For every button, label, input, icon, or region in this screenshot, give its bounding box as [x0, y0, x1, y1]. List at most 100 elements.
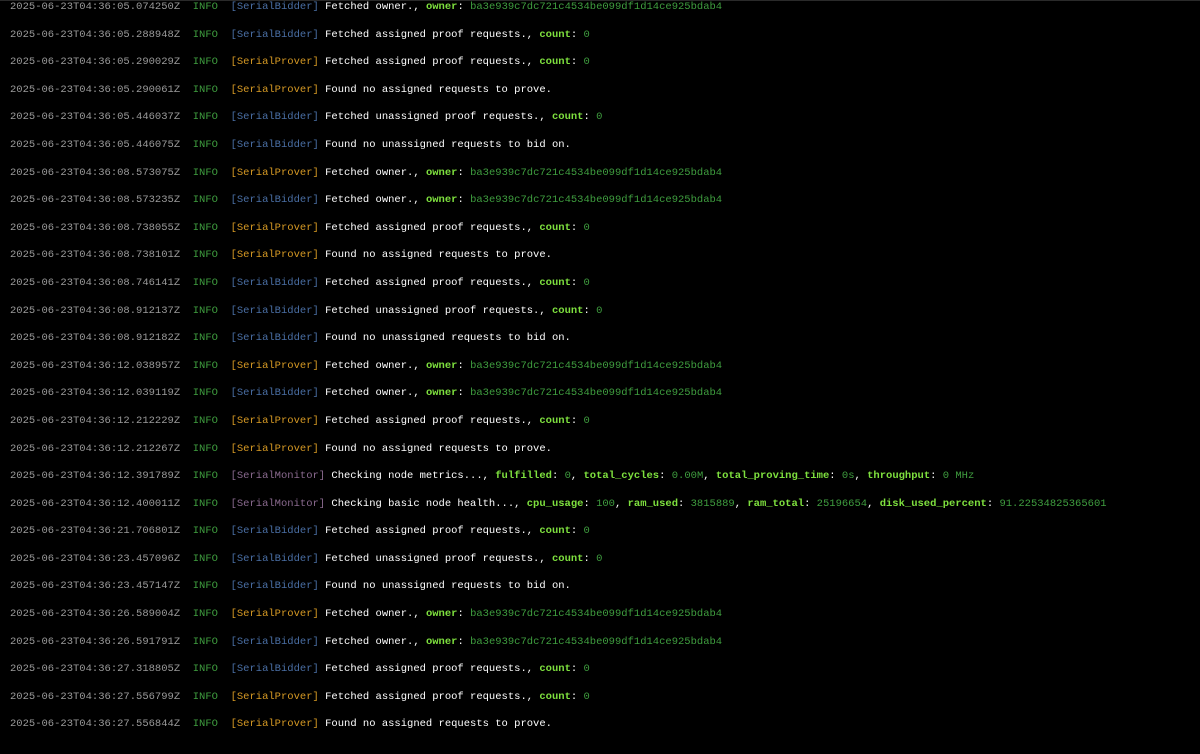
log-field-key: count: [539, 690, 571, 703]
log-field-key: count: [539, 663, 571, 676]
log-field-value: 0: [583, 56, 590, 69]
log-message: Fetched assigned proof requests.: [325, 414, 527, 427]
log-message: Fetched assigned proof requests.: [325, 276, 527, 289]
log-level: INFO: [192, 56, 218, 69]
log-message: Found no assigned requests to prove.: [325, 718, 552, 731]
log-level: INFO: [192, 221, 218, 234]
log-timestamp: 2025-06-23T04:36:26.591791Z: [10, 635, 181, 648]
log-source-tag: [SerialProver]: [230, 359, 319, 372]
log-source-tag: [SerialProver]: [230, 718, 319, 731]
log-field-value: 0 MHz: [942, 470, 975, 483]
log-source-tag: [SerialProver]: [230, 221, 319, 234]
log-line: 2025-06-23T04:36:05.288948Z INFO [Serial…: [10, 28, 590, 41]
log-line: 2025-06-23T04:36:05.446037Z INFO [Serial…: [10, 111, 603, 124]
log-timestamp: 2025-06-23T04:36:05.290029Z: [10, 56, 181, 69]
log-level: INFO: [192, 690, 218, 703]
log-source-tag: [SerialBidder]: [230, 663, 319, 676]
log-field-key: total_cycles: [583, 470, 660, 483]
log-field-key: owner: [425, 608, 458, 621]
log-line: 2025-06-23T04:36:27.556844Z INFO [Serial…: [10, 718, 1200, 746]
log-line: 2025-06-23T04:36:12.039119Z INFO [Serial…: [10, 387, 723, 400]
log-timestamp: 2025-06-23T04:36:27.556844Z: [10, 718, 181, 731]
log-timestamp: 2025-06-23T04:36:05.446075Z: [10, 138, 181, 151]
log-message: Fetched owner.: [325, 359, 414, 372]
log-field-value: 3815889: [690, 497, 735, 510]
log-field-key: owner: [425, 387, 458, 400]
log-level: INFO: [192, 249, 218, 262]
log-source-tag: [SerialProver]: [230, 608, 319, 621]
log-field-value: 25196654: [816, 497, 868, 510]
log-timestamp: 2025-06-23T04:36:12.400011Z: [10, 497, 181, 510]
log-line: 2025-06-23T04:36:12.391789Z INFO [Serial…: [10, 470, 975, 483]
log-level: INFO: [192, 1, 218, 13]
log-field-value: ba3e939c7dc721c4534be099df1d14ce925bdab4: [470, 1, 723, 13]
log-timestamp: 2025-06-23T04:36:12.391789Z: [10, 470, 181, 483]
log-message: Found no assigned requests to prove.: [325, 442, 552, 455]
log-field-key: count: [539, 28, 571, 41]
log-field-value: 91.22534825365601: [999, 497, 1107, 510]
log-timestamp: 2025-06-23T04:36:08.573235Z: [10, 194, 181, 207]
log-field-key: total_proving_time: [715, 470, 830, 483]
log-field-key: cpu_usage: [526, 497, 584, 510]
log-message: Found no unassigned requests to bid on.: [325, 332, 571, 345]
log-message: Fetched owner.: [325, 1, 414, 13]
log-level: INFO: [192, 608, 218, 621]
log-line: 2025-06-23T04:36:05.074250Z INFO [Serial…: [10, 1, 723, 13]
log-field-value: ba3e939c7dc721c4534be099df1d14ce925bdab4: [470, 635, 723, 648]
log-line: 2025-06-23T04:36:12.212229Z INFO [Serial…: [10, 414, 590, 427]
log-message: Fetched assigned proof requests.: [325, 663, 527, 676]
log-timestamp: 2025-06-23T04:36:05.290061Z: [10, 83, 181, 96]
log-timestamp: 2025-06-23T04:36:12.038957Z: [10, 359, 181, 372]
log-line: 2025-06-23T04:36:05.290029Z INFO [Serial…: [10, 56, 590, 69]
log-source-tag: [SerialBidder]: [230, 387, 319, 400]
log-field-value: 0: [583, 28, 590, 41]
log-message: Fetched assigned proof requests.: [325, 690, 527, 703]
log-timestamp: 2025-06-23T04:36:08.746141Z: [10, 276, 181, 289]
log-line: 2025-06-23T04:36:05.290061Z INFO [Serial…: [10, 84, 1200, 112]
log-line: 2025-06-23T04:36:08.573075Z INFO [Serial…: [10, 166, 723, 179]
log-field-key: fulfilled: [495, 470, 552, 483]
log-message: Fetched owner.: [325, 194, 414, 207]
log-source-tag: [SerialProver]: [230, 442, 319, 455]
log-source-tag: [SerialBidder]: [230, 332, 319, 345]
log-timestamp: 2025-06-23T04:36:08.738055Z: [10, 221, 181, 234]
log-field-key: count: [551, 552, 584, 565]
log-field-key: ram_total: [747, 497, 805, 510]
log-source-tag: [SerialProver]: [230, 249, 319, 262]
log-line: 2025-06-23T04:36:27.318805Z INFO [Serial…: [10, 663, 590, 676]
log-field-key: count: [551, 304, 584, 317]
log-field-value: 0: [583, 690, 590, 703]
log-source-tag: [SerialBidder]: [230, 552, 319, 565]
log-level: INFO: [192, 525, 218, 538]
log-field-key: count: [551, 111, 584, 124]
log-timestamp: 2025-06-23T04:36:21.706801Z: [10, 525, 181, 538]
log-field-value: 0: [583, 663, 590, 676]
log-field-value: 0: [583, 525, 590, 538]
log-source-tag: [SerialBidder]: [230, 525, 319, 538]
log-timestamp: 2025-06-23T04:36:08.912137Z: [10, 304, 181, 317]
log-level: INFO: [192, 28, 218, 41]
terminal-window[interactable]: 2025-06-23T04:36:05.074250Z INFO [Serial…: [0, 0, 1200, 754]
log-line: 2025-06-23T04:36:08.573235Z INFO [Serial…: [10, 194, 723, 207]
log-timestamp: 2025-06-23T04:36:27.318805Z: [10, 663, 181, 676]
log-level: INFO: [192, 718, 218, 731]
log-line: 2025-06-23T04:36:21.706801Z INFO [Serial…: [10, 525, 590, 538]
log-message: Fetched unassigned proof requests.: [325, 304, 540, 317]
log-field-value: 0: [596, 111, 603, 124]
log-field-key: count: [539, 56, 571, 69]
log-level: INFO: [192, 332, 218, 345]
log-timestamp: 2025-06-23T04:36:23.457147Z: [10, 580, 181, 593]
log-message: Fetched owner.: [325, 635, 414, 648]
log-field-key: owner: [425, 166, 458, 179]
log-field-value: ba3e939c7dc721c4534be099df1d14ce925bdab4: [470, 608, 723, 621]
log-line: 2025-06-23T04:36:12.212267Z INFO [Serial…: [10, 443, 1200, 471]
log-field-value: 0s: [841, 470, 855, 483]
log-line: 2025-06-23T04:36:05.446075Z INFO [Serial…: [10, 139, 1200, 167]
log-source-tag: [SerialBidder]: [230, 138, 319, 151]
log-message: Fetched owner.: [325, 166, 414, 179]
log-field-value: 0: [583, 276, 590, 289]
log-level: INFO: [192, 83, 218, 96]
log-field-key: owner: [425, 635, 458, 648]
log-field-key: owner: [425, 359, 458, 372]
log-field-value: 0: [596, 304, 603, 317]
